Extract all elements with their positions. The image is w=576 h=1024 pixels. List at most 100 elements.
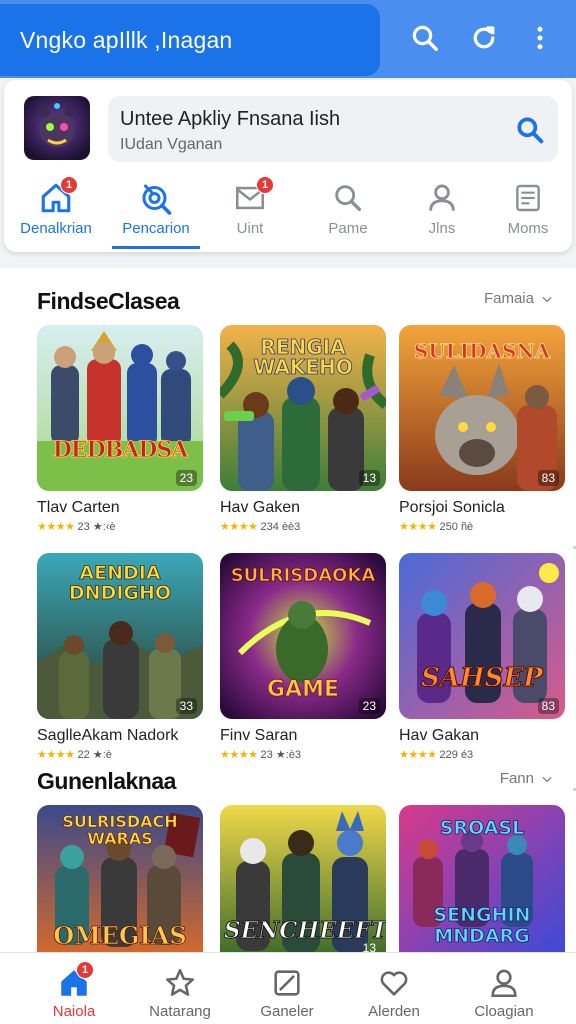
notification-badge: 1 [60,176,78,194]
game-card[interactable]: DEDBADSA 23 Tlav Carten ★★★★ 23 ★:‹è [37,325,203,533]
tab-profile[interactable]: Jlns [396,180,488,242]
more-vert-icon[interactable] [524,22,556,54]
tab-more[interactable]: Moms [482,180,574,242]
tab-search[interactable]: Pencarion [110,180,202,242]
nav-label: Alerden [368,1003,420,1020]
notification-badge: 1 [76,961,94,979]
search-icon [330,180,366,216]
game-card[interactable]: SROASL SENGHIN MNDARG [399,805,565,958]
game-badge: 23 [358,698,380,714]
rating-extra: é3 [460,749,474,761]
game-card[interactable]: SAHSEP 83 Hav Gakan ★★★★ 229 é3 [399,553,565,761]
section-more-label: Famaia [483,290,534,307]
star-icon: ★★★★ [37,521,75,533]
app-title-container: Vngko apIllk ,Inagan [0,4,380,76]
content-area: FindseClasea Famaia DEDBADSA 23 Tlav Car… [0,268,576,958]
app-bar: Vngko apIllk ,Inagan [0,0,576,78]
nav-label: Ganeler [260,1003,314,1020]
nav-general[interactable]: Ganeler [237,965,337,1020]
game-card[interactable]: RENGIA WAKEHO 13 Hav Gaken ★★★★ 234 èè3 [220,325,386,533]
rating-value: 229 [439,749,458,761]
game-card[interactable]: SENCHEEFT 13 [220,805,386,958]
tab-label: Uint [236,220,264,237]
chevron-down-icon [542,776,552,782]
star-icon: ★★★★ [399,749,437,761]
rating-value: 250 [439,521,458,533]
game-art-title: GAME [266,677,340,703]
game-name: Finv Saran [220,727,298,744]
game-card[interactable]: SULIDASNA 83 Porsjoi Sonicla ★★★★ 250 ñè [399,325,565,533]
game-card[interactable]: AENDIA DNDIGHO 33 SaglleAkam Nadork ★★★★… [37,553,203,761]
nav-ratings[interactable]: Natarang [130,965,230,1020]
nav-account[interactable]: Cloagian [454,965,554,1020]
rating-value: 23 [260,749,273,761]
active-tab-indicator [112,246,200,249]
game-art-title: RENGIA WAKEHO [253,335,353,379]
game-art-title: SULIDASNA [413,339,551,364]
game-thumbnail: DEDBADSA 23 [37,325,203,491]
nav-label: Naiola [52,1003,96,1020]
game-thumbnail: SENCHEEFT 13 [220,805,386,958]
game-rating: ★★★★ 234 èè3 [220,520,386,533]
nav-home[interactable]: 1 Naiola [24,961,124,1020]
section-more-label: Fann [499,770,534,787]
game-art-title: SAHSEP [421,663,544,694]
game-thumbnail: AENDIA DNDIGHO 33 [37,553,203,719]
game-rating: ★★★★ 250 ñè [399,520,565,533]
rating-extra: èè3 [281,521,301,533]
game-name: Tlav Carten [37,499,120,516]
refresh-icon[interactable] [468,22,500,54]
notification-badge: 1 [256,176,274,194]
game-art-title-top: SULRISDAOKA [230,565,376,587]
star-icon: ★★★★ [37,749,75,761]
home-icon: 1 [38,176,78,216]
person-icon [424,180,460,216]
star-icon: ★★★★ [220,521,258,533]
tab-home[interactable]: 1 Denalkrian [10,176,102,242]
category-tabs: 1 Denalkrian Pencarion 1 Uint Pame Jlns … [4,176,574,249]
game-art-title: SENCHEEFT [224,917,387,945]
game-badge: 33 [175,698,197,714]
rating-value: 234 [260,521,279,533]
tab-label: Pencarion [122,220,190,237]
game-name: SaglleAkam Nadork [37,727,179,744]
bottom-navigation: 1 Naiola Natarang Ganeler Alerden Cloagi… [0,952,576,1024]
game-name: Hav Gakan [399,727,480,744]
game-card[interactable]: SULRISDACH WARAS OMEGIAS [37,805,203,958]
search-card: Untee Apkliy Fnsana Iish IUdan Vganan 1 … [4,80,572,252]
game-art-title: SENGHIN MNDARG [433,904,531,947]
rating-extra: ñè [460,521,474,533]
search-subtext: IUdan Vganan [120,136,223,153]
tab-label: Moms [507,220,549,237]
rating-extra: ★:‹è [92,521,116,533]
game-art-title-top: SROASL [439,817,525,840]
game-thumbnail: SROASL SENGHIN MNDARG [399,805,565,958]
game-name: Hav Gaken [220,499,301,516]
tab-label: Denalkrian [20,220,92,237]
heart-icon [376,965,412,1001]
game-thumbnail: SULRISDAOKA GAME 23 [220,553,386,719]
tab-label: Jlns [428,220,456,237]
mail-icon: 1 [232,176,274,216]
nav-favorites[interactable]: Alerden [344,965,444,1020]
star-icon: ★★★★ [220,749,258,761]
app-title: Vngko apIllk ,Inagan [20,26,233,53]
app-icon[interactable] [24,96,90,160]
section-more-dropdown[interactable]: Fann [500,770,554,787]
game-badge: 13 [358,470,380,486]
game-card[interactable]: SULRISDAOKA GAME 23 Finv Saran ★★★★ 23 ★… [220,553,386,761]
nav-label: Natarang [149,1003,211,1020]
game-thumbnail: RENGIA WAKEHO 13 [220,325,386,491]
game-rating: ★★★★ 229 é3 [399,748,565,761]
rating-value: 22 [77,749,90,761]
search-icon[interactable] [409,22,441,54]
section-more-dropdown[interactable]: Famaia [484,290,554,307]
game-badge: 83 [537,698,559,714]
search-icon[interactable] [514,114,546,146]
game-art-title: AENDIA DNDIGHO [68,562,172,604]
tab-messages[interactable]: 1 Uint [204,176,296,242]
search-input[interactable]: Untee Apkliy Fnsana Iish IUdan Vganan [108,96,558,162]
tab-find[interactable]: Pame [302,180,394,242]
rating-extra: ★:è3 [275,749,301,761]
game-art-title: OMEGIAS [53,921,187,951]
